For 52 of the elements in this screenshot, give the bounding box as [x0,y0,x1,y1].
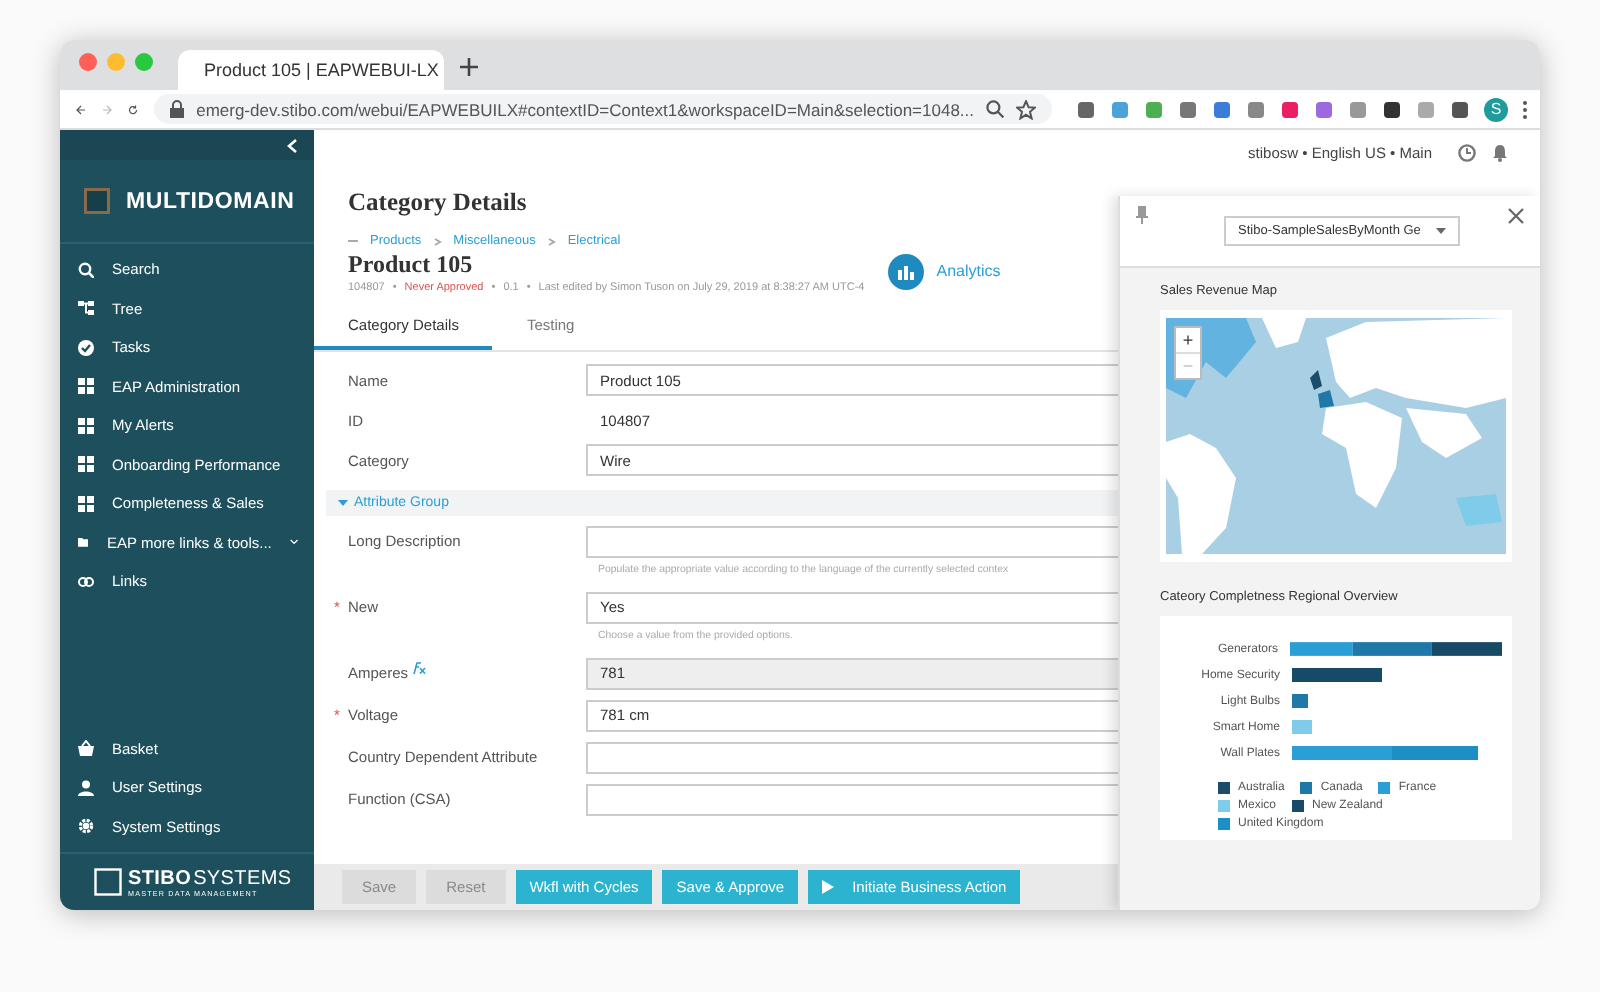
brand-logo-text: STIBOSYSTEMS [128,867,292,889]
grid-icon [78,495,94,512]
page-title: Category Details [346,188,529,218]
extension-icon[interactable] [1450,99,1471,119]
chevron-down-icon [289,538,298,547]
window-controls-icon [78,52,158,72]
url-text: emerg-dev.stibo.com/webui/EAPWEBUILX#contextID=Context1&workspaceID=Main&selection=1048... [196,99,975,119]
separator-icon [547,237,556,245]
logo-square-icon [84,188,110,214]
extension-icon[interactable] [1382,99,1403,119]
pin-icon[interactable] [1136,206,1148,224]
folder-icon [78,534,89,551]
menu-icon[interactable] [1522,99,1529,119]
clock-icon[interactable] [1458,144,1476,162]
browser-tab[interactable]: Product 105 | EAPWEBUI-LX [178,50,444,90]
stacked-bar [1292,694,1308,708]
extension-icon[interactable] [1076,99,1097,119]
basket-icon [78,740,94,757]
collapse-icon[interactable] [286,137,298,153]
grid-icon [78,417,94,434]
reload-icon[interactable] [128,99,139,119]
analytics-icon[interactable] [888,253,925,289]
lock-icon [170,100,185,118]
logo-text: MULTIDOMAIN [126,189,295,213]
text-field[interactable] [586,783,1118,815]
link-icon [78,573,94,590]
user-icon [78,779,94,796]
tree-icon [78,300,94,317]
text-field[interactable] [586,525,1118,557]
check-circle-icon [78,339,94,356]
grid-icon [78,456,94,473]
close-icon[interactable] [1508,208,1524,224]
zoom-in-button[interactable]: + [1176,328,1200,352]
separator-icon [433,237,442,245]
text-field[interactable] [586,741,1118,773]
settings-icon [78,818,94,835]
logo-square-icon [94,868,122,896]
object-title: Product 105 [348,248,475,280]
grid-icon [78,378,94,395]
search-icon [78,261,94,278]
dash-icon [348,238,358,244]
play-icon [822,880,835,894]
caret-down-icon [1436,228,1446,234]
address-bar[interactable]: emerg-dev.stibo.com/webui/EAPWEBUILX#contextID=Context1&workspaceID=Main&selection=1048... [154,94,1053,124]
tab-title: Product 105 | EAPWEBUI-LX [204,60,439,80]
stacked-bar [1292,720,1312,734]
bell-icon[interactable] [1492,144,1508,162]
caret-down-icon [338,498,348,508]
search-icon[interactable] [986,100,1005,118]
plus-icon[interactable] [460,58,478,76]
stacked-bar [1292,668,1382,682]
star-icon[interactable] [1016,99,1037,119]
